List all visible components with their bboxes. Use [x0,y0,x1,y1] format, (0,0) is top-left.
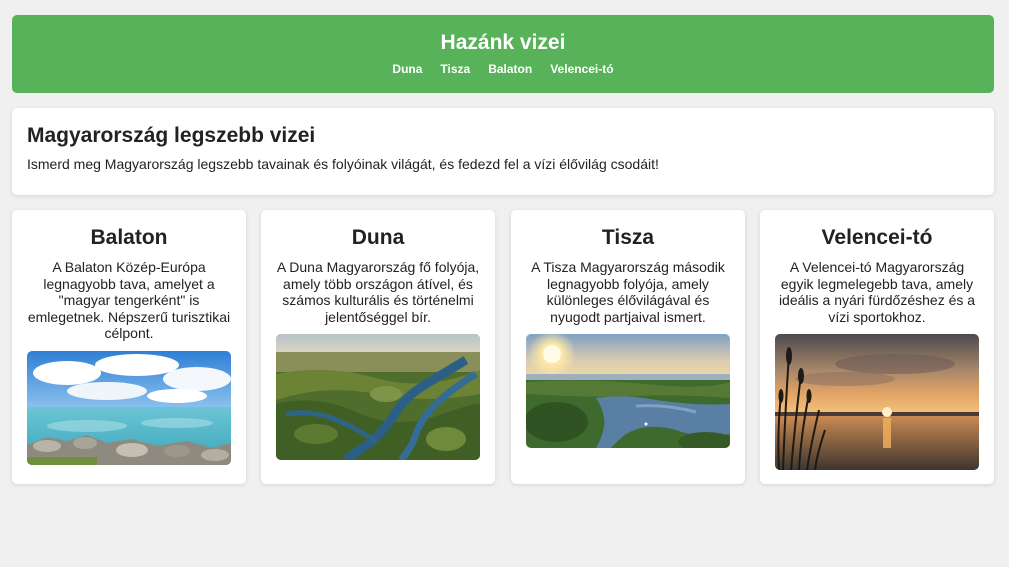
velencei-to-image [775,334,979,470]
card-title: Balaton [90,226,168,249]
card-balaton: Balaton A Balaton Közép-Európa legnagyob… [12,210,246,484]
nav-link-balaton[interactable]: Balaton [479,62,541,76]
main-nav: Duna Tisza Balaton Velencei-tó [12,62,994,76]
intro-section: Magyarország legszebb vizei Ismerd meg M… [12,108,994,195]
card-title: Velencei-tó [821,226,933,249]
nav-link-tisza[interactable]: Tisza [431,62,479,76]
card-text: A Tisza Magyarország második legnagyobb … [531,259,725,325]
site-title: Hazánk vizei [440,31,566,54]
site-header: Hazánk vizei Duna Tisza Balaton Velencei… [12,15,994,93]
card-text: A Velencei-tó Magyarország egyik legmele… [778,259,976,325]
card-duna: Duna A Duna Magyarország fő folyója, ame… [261,210,495,484]
intro-title: Magyarország legszebb vizei [27,124,316,147]
card-text: A Balaton Közép-Európa legnagyobb tava, … [27,259,231,341]
card-velencei-to: Velencei-tó A Velencei-tó Magyarország e… [760,210,994,484]
balaton-image [27,350,231,465]
nav-link-velencei-to[interactable]: Velencei-tó [541,62,622,76]
nav-link-duna[interactable]: Duna [383,62,431,76]
duna-image [276,334,480,460]
card-title: Duna [351,226,405,249]
card-title: Tisza [601,226,655,249]
card-tisza: Tisza A Tisza Magyarország második legna… [511,210,745,484]
card-text: A Duna Magyarország fő folyója, amely tö… [276,259,480,325]
intro-text: Ismerd meg Magyarország legszebb tavaina… [27,156,659,172]
tisza-image [526,334,730,448]
